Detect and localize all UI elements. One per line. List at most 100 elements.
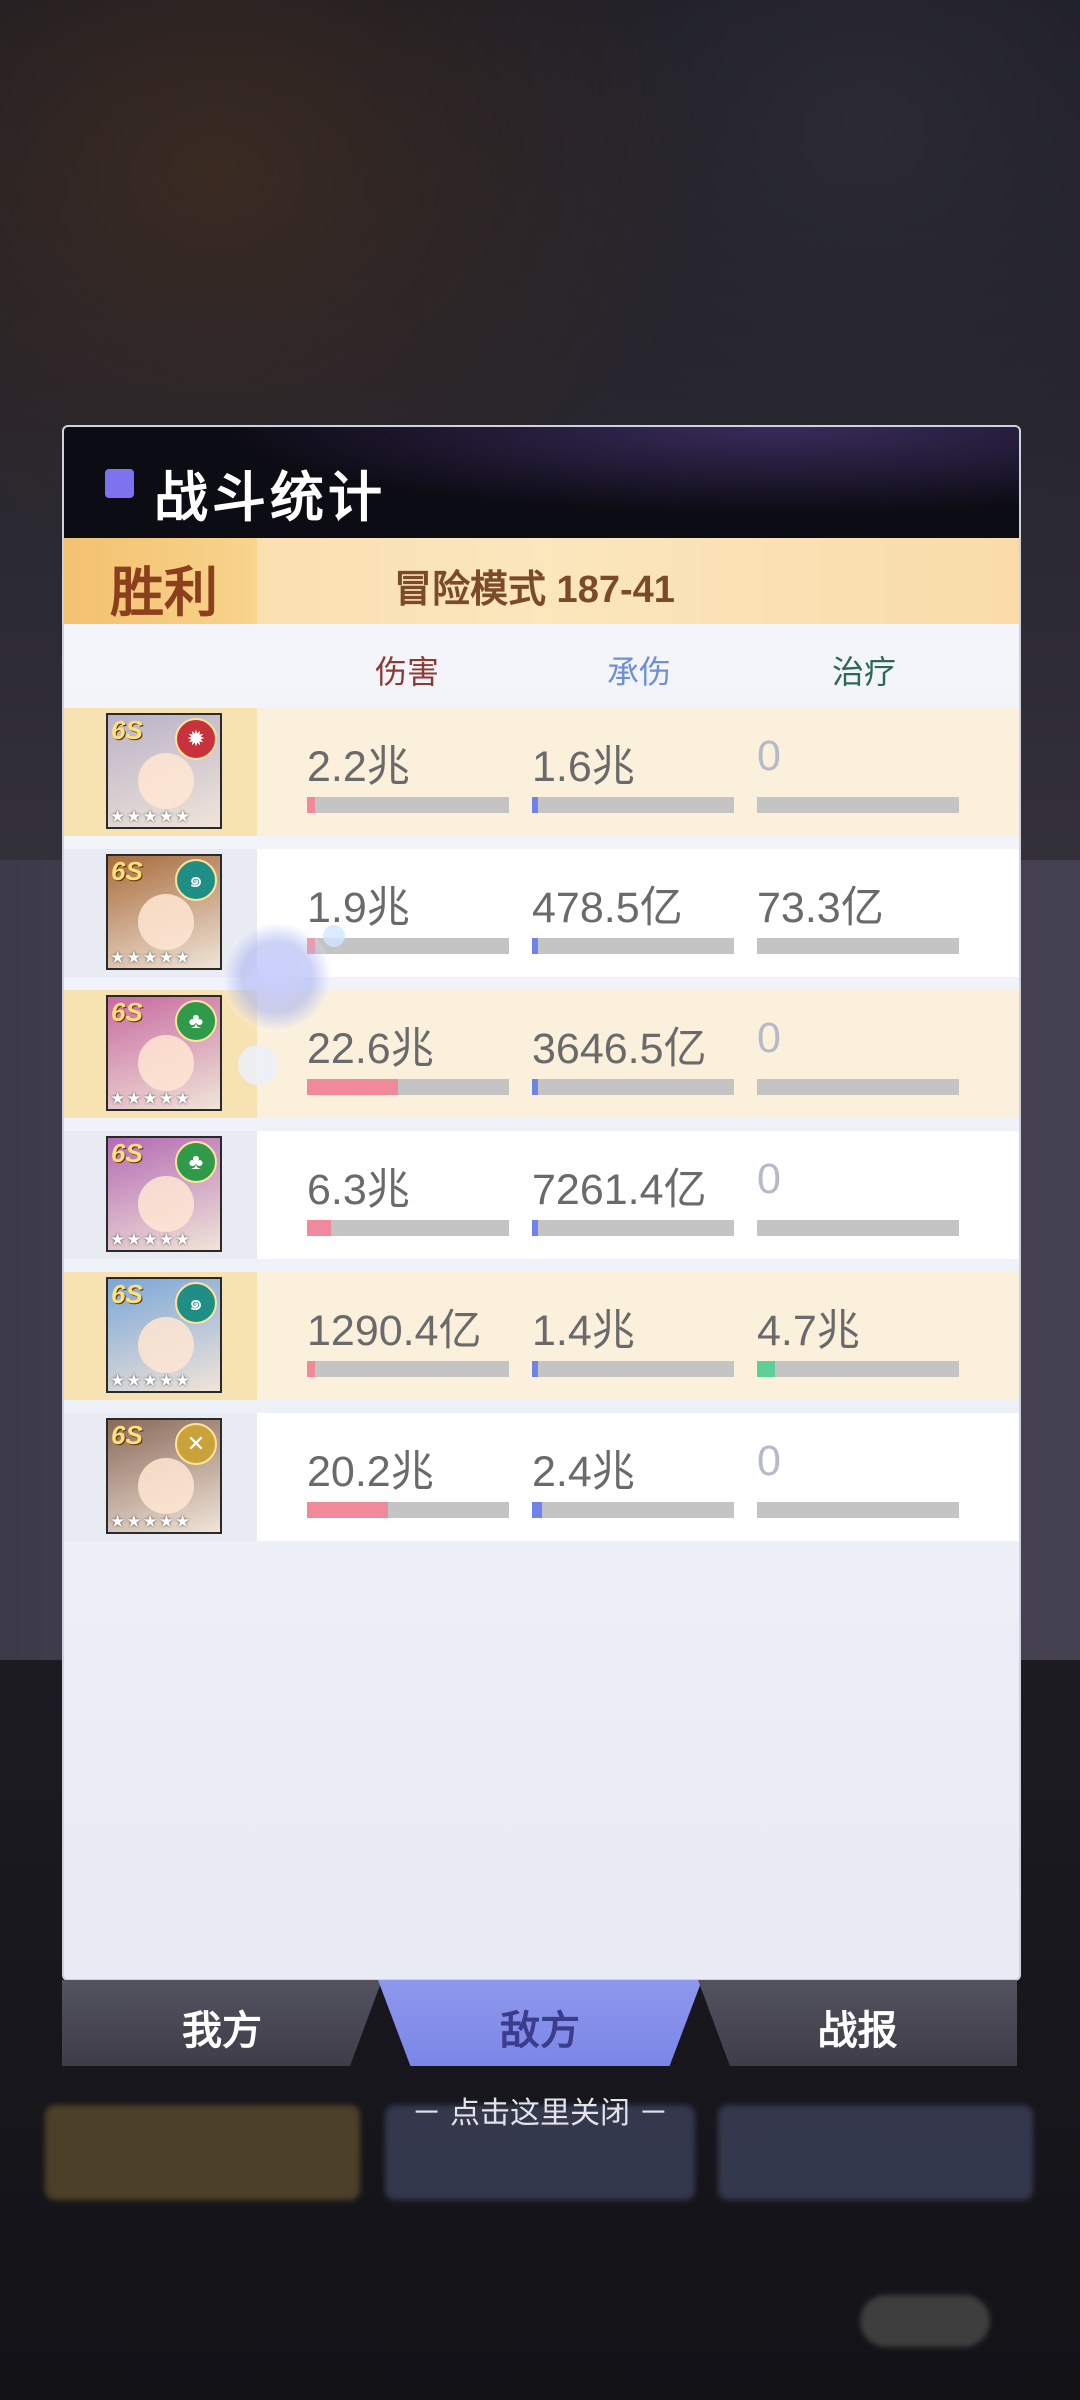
damage-value: 6.3兆 (307, 1166, 410, 1214)
tab-enemy-side-label: 敌方 (500, 2009, 580, 2053)
hero-avatar[interactable]: 6S ♣ ★★★★★ (106, 995, 222, 1111)
panel-title: 战斗统计 (154, 468, 386, 528)
tab-battle-report[interactable]: 战报 (698, 1980, 1017, 2066)
star-rating-icon: ★★★★★ (110, 1371, 192, 1390)
heal-value: 0 (757, 1437, 781, 1485)
hero-portrait (138, 894, 194, 950)
damage-taken-bar-fill (532, 1361, 539, 1377)
victory-label: 胜利 (110, 560, 218, 624)
hero-slot: 6S ✹ ★★★★★ (64, 708, 257, 836)
damage-taken-bar-fill (532, 938, 539, 954)
wind-icon: ๑ (175, 1282, 217, 1324)
heal-bar (757, 1502, 959, 1518)
hero-stat-row: 6S ✕ ★★★★★ 20.2兆 2.4兆 0 (64, 1413, 1019, 1541)
damage-taken-value: 1.4兆 (532, 1307, 635, 1355)
damage-bar (307, 1502, 509, 1518)
damage-bar-fill (307, 1079, 398, 1095)
damage-taken-bar-fill (532, 1079, 539, 1095)
damage-taken-bar-fill (532, 797, 539, 813)
damage-bar-fill (307, 797, 316, 813)
damage-bar (307, 1220, 509, 1236)
heal-bar-fill (757, 1361, 776, 1377)
nature-icon: ♣ (175, 1141, 217, 1183)
damage-taken-bar (532, 1220, 734, 1236)
hero-level: 6S (111, 1138, 143, 1168)
title-marker-icon (105, 469, 134, 498)
damage-value: 1290.4亿 (307, 1307, 482, 1355)
damage-bar-fill (307, 1220, 332, 1236)
wind-icon: ๑ (175, 859, 217, 901)
damage-taken-bar (532, 797, 734, 813)
hero-stat-row: 6S ♣ ★★★★★ 6.3兆 7261.4亿 0 (64, 1131, 1019, 1259)
heal-value: 0 (757, 1014, 781, 1062)
tab-enemy-side[interactable]: 敌方 (378, 1980, 702, 2066)
damage-taken-bar (532, 1079, 734, 1095)
hero-portrait (138, 753, 194, 809)
damage-bar (307, 1079, 509, 1095)
damage-taken-value: 3646.5亿 (532, 1025, 707, 1073)
hero-stat-row: 6S ♣ ★★★★★ 22.6兆 3646.5亿 0 (64, 990, 1019, 1118)
star-rating-icon: ★★★★★ (110, 1089, 192, 1108)
heal-bar (757, 1361, 959, 1377)
damage-taken-value: 2.4兆 (532, 1448, 635, 1496)
star-rating-icon: ★★★★★ (110, 1230, 192, 1249)
nature-icon: ♣ (175, 1000, 217, 1042)
damage-bar (307, 1361, 509, 1377)
hero-slot: 6S ♣ ★★★★★ (64, 1131, 257, 1259)
hero-portrait (138, 1176, 194, 1232)
hero-portrait (138, 1458, 194, 1514)
hero-avatar[interactable]: 6S ✹ ★★★★★ (106, 713, 222, 829)
battle-stats-panel: 战斗统计 胜利 冒险模式 187-41 伤害 承伤 治疗 6S ✹ ★★★★★ … (62, 425, 1021, 1981)
damage-taken-bar-fill (532, 1220, 539, 1236)
hero-portrait (138, 1317, 194, 1373)
hero-avatar[interactable]: 6S ♣ ★★★★★ (106, 1136, 222, 1252)
close-hint[interactable]: － 点击这里关闭 － (0, 2088, 1080, 2132)
heal-value: 4.7兆 (757, 1307, 860, 1355)
hero-avatar[interactable]: 6S ๑ ★★★★★ (106, 1277, 222, 1393)
tab-battle-report-label: 战报 (817, 2009, 898, 2053)
touch-ripple-dot (238, 1045, 278, 1085)
fire-icon: ✹ (175, 718, 217, 760)
hero-slot: 6S ๑ ★★★★★ (64, 1272, 257, 1400)
hero-avatar[interactable]: 6S ๑ ★★★★★ (106, 854, 222, 970)
heal-bar (757, 1220, 959, 1236)
hero-avatar[interactable]: 6S ✕ ★★★★★ (106, 1418, 222, 1534)
column-header-damage: 伤害 (374, 654, 439, 690)
background-pill-blurred (860, 2295, 990, 2347)
damage-value: 22.6兆 (307, 1025, 434, 1073)
damage-taken-value: 7261.4亿 (532, 1166, 707, 1214)
tab-my-side-label: 我方 (182, 2009, 262, 2053)
heal-value: 73.3亿 (757, 884, 884, 932)
damage-taken-bar (532, 938, 734, 954)
damage-taken-value: 478.5亿 (532, 884, 683, 932)
star-rating-icon: ★★★★★ (110, 948, 192, 967)
light-icon: ✕ (175, 1423, 217, 1465)
heal-value: 0 (757, 1155, 781, 1203)
heal-bar (757, 938, 959, 954)
hero-portrait (138, 1035, 194, 1091)
damage-value: 2.2兆 (307, 743, 410, 791)
heal-bar (757, 1079, 959, 1095)
hero-stat-row: 6S ✹ ★★★★★ 2.2兆 1.6兆 0 (64, 708, 1019, 836)
tab-my-side[interactable]: 我方 (62, 1980, 382, 2066)
hero-slot: 6S ♣ ★★★★★ (64, 990, 257, 1118)
hero-stat-row: 6S ๑ ★★★★★ 1.9兆 478.5亿 73.3亿 (64, 849, 1019, 977)
hero-level: 6S (111, 1420, 143, 1450)
damage-bar-fill (307, 1502, 388, 1518)
panel-header: 战斗统计 (64, 427, 1019, 538)
victory-badge: 胜利 (64, 538, 257, 624)
damage-taken-value: 1.6兆 (532, 743, 635, 791)
damage-bar-fill (307, 1361, 316, 1377)
touch-ripple (222, 922, 332, 1032)
hero-stat-row: 6S ๑ ★★★★★ 1290.4亿 1.4兆 4.7兆 (64, 1272, 1019, 1400)
damage-taken-bar (532, 1502, 734, 1518)
stage-label: 冒险模式 187-41 (394, 569, 675, 611)
column-header-heal: 治疗 (831, 654, 896, 690)
damage-bar (307, 797, 509, 813)
damage-value: 1.9兆 (307, 884, 410, 932)
damage-taken-bar-fill (532, 1502, 543, 1518)
touch-ripple-dot (323, 925, 345, 947)
hero-level: 6S (111, 856, 143, 886)
star-rating-icon: ★★★★★ (110, 1512, 192, 1531)
battle-result-bar: 胜利 冒险模式 187-41 (64, 538, 1019, 624)
